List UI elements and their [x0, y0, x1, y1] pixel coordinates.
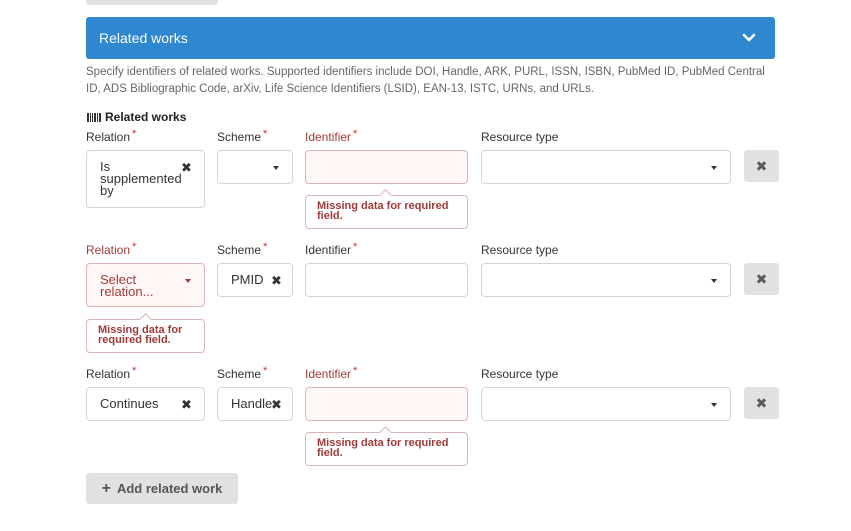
previous-section-button[interactable]: [86, 0, 218, 5]
relation-dropdown[interactable]: Continues ✖: [86, 387, 205, 421]
caret-down-icon: [273, 166, 279, 170]
identifier-label: Identifier *: [305, 241, 358, 257]
caret-down-icon: [185, 279, 191, 283]
section-title: Related works: [87, 110, 186, 124]
barcode-icon: [87, 112, 101, 122]
scheme-dropdown[interactable]: PMID ✖: [217, 263, 293, 297]
plus-icon: +: [101, 479, 111, 497]
identifier-label: Identifier *: [305, 365, 358, 381]
resource-type-label: Resource type: [481, 243, 559, 257]
scheme-label: Scheme *: [217, 365, 268, 381]
accordion-title: Related works: [99, 30, 188, 46]
clear-icon[interactable]: ✖: [181, 398, 192, 411]
caret-down-icon: [711, 166, 717, 170]
identifier-input[interactable]: [305, 150, 468, 184]
scheme-label: Scheme *: [217, 128, 268, 144]
caret-down-icon: [711, 403, 717, 407]
identifier-error-message: Missing data for required field.: [305, 195, 468, 229]
identifier-label: Identifier *: [305, 128, 358, 144]
identifier-input[interactable]: [305, 387, 468, 421]
scheme-value: PMID: [231, 272, 264, 287]
relation-placeholder: Select relation...: [100, 272, 154, 299]
remove-row-button[interactable]: ✖: [744, 150, 779, 182]
resource-type-dropdown[interactable]: [481, 150, 731, 184]
add-related-work-button[interactable]: + Add related work: [86, 473, 238, 504]
scheme-value: Handle: [231, 396, 273, 411]
identifier-input[interactable]: [305, 263, 468, 297]
remove-row-button[interactable]: ✖: [744, 387, 779, 419]
chevron-down-icon[interactable]: [741, 29, 757, 45]
caret-down-icon: [711, 279, 717, 283]
clear-icon[interactable]: ✖: [181, 161, 192, 174]
relation-dropdown[interactable]: Is supplemented by ✖: [86, 150, 205, 208]
resource-type-dropdown[interactable]: [481, 387, 731, 421]
resource-type-label: Resource type: [481, 130, 559, 144]
scheme-dropdown[interactable]: [217, 150, 293, 184]
scheme-label: Scheme *: [217, 241, 268, 257]
remove-row-button[interactable]: ✖: [744, 263, 779, 295]
identifier-error-message: Missing data for required field.: [305, 432, 468, 466]
relation-value: Continues: [100, 396, 159, 411]
section-title-label: Related works: [105, 110, 187, 124]
clear-icon[interactable]: ✖: [271, 398, 282, 411]
relation-dropdown[interactable]: Select relation...: [86, 263, 205, 307]
add-related-work-label: Add related work: [116, 481, 223, 496]
clear-icon[interactable]: ✖: [271, 274, 282, 287]
relation-value: Is supplemented by: [100, 159, 182, 198]
related-works-accordion-header[interactable]: Related works: [86, 17, 775, 59]
relation-label: Relation *: [86, 241, 137, 257]
help-text: Specify identifiers of related works. Su…: [86, 66, 765, 95]
relation-label: Relation *: [86, 365, 137, 381]
scheme-dropdown[interactable]: Handle ✖: [217, 387, 293, 421]
relation-label: Relation *: [86, 128, 137, 144]
relation-error-message: Missing data for required field.: [86, 319, 205, 353]
resource-type-dropdown[interactable]: [481, 263, 731, 297]
resource-type-label: Resource type: [481, 367, 559, 381]
